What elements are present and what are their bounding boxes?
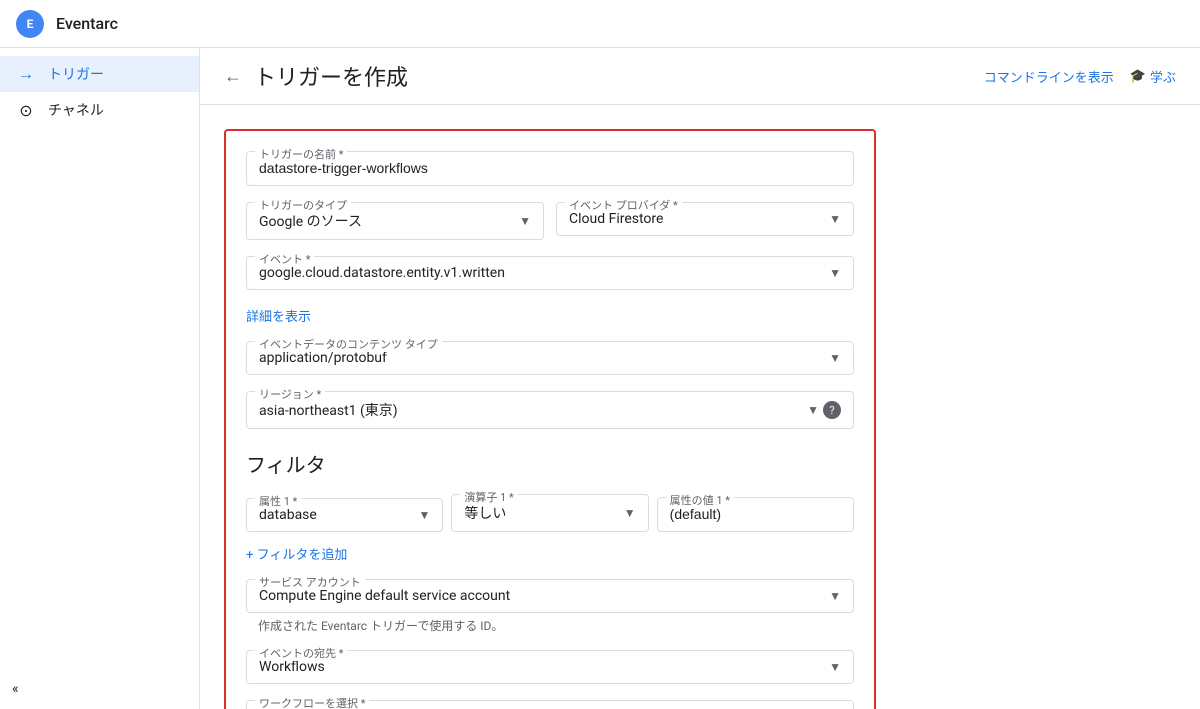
service-account-value: Compute Engine default service account <box>259 588 829 604</box>
sidebar-item-channels[interactable]: ⊙ チャネル <box>0 92 199 128</box>
back-button[interactable]: ← <box>224 66 242 87</box>
content-type-field: イベントデータのコンテンツ タイプ application/protobuf ▼ <box>246 341 854 375</box>
form-container: トリガーの名前 * トリガーのタイプ Google のソース ▼ <box>200 105 900 709</box>
topbar: E Eventarc <box>0 0 1200 48</box>
add-filter-button[interactable]: + フィルタを追加 <box>246 544 854 563</box>
event-destination-value: Workflows <box>259 659 829 675</box>
attr-value1-input[interactable] <box>670 506 841 522</box>
event-label: イベント * <box>255 251 314 267</box>
service-account-label: サービス アカウント <box>255 574 365 590</box>
filter-section-title: フィルタ <box>246 449 854 478</box>
event-select[interactable]: イベント * google.cloud.datastore.entity.v1.… <box>246 256 854 290</box>
operator1-value: 等しい <box>464 503 623 523</box>
app-name: Eventarc <box>56 14 118 33</box>
main-content: ← トリガーを作成 コマンドラインを表示 🎓 学ぶ トリガーの名前 * <box>200 48 1200 709</box>
event-provider-label: イベント プロバイダ * <box>565 197 682 213</box>
operator1-arrow: ▼ <box>624 506 636 520</box>
operator1-select[interactable]: 演算子 1 * 等しい ▼ <box>451 494 648 532</box>
attribute1-select[interactable]: 属性 1 * database ▼ <box>246 498 443 532</box>
sidebar: → トリガー ⊙ チャネル « <box>0 48 200 709</box>
content-type-value: application/protobuf <box>259 350 829 366</box>
content-type-arrow: ▼ <box>829 351 841 365</box>
sidebar-item-channels-label: チャネル <box>48 100 104 120</box>
attr-value1-label: 属性の値 1 * <box>666 492 734 508</box>
trigger-type-label: トリガーのタイプ <box>255 197 351 213</box>
page-title: トリガーを作成 <box>254 60 408 92</box>
region-help-icon[interactable]: ? <box>823 401 841 419</box>
attr-value1-wrapper: 属性の値 1 * <box>657 497 854 532</box>
event-destination-arrow: ▼ <box>829 660 841 674</box>
service-account-field: サービス アカウント Compute Engine default servic… <box>246 579 854 634</box>
event-destination-select[interactable]: イベントの宛先 * Workflows ▼ <box>246 650 854 684</box>
service-account-arrow: ▼ <box>829 589 841 603</box>
workflow-select-field: ワークフローを選択 * workflow-datastore ▼ <box>246 700 854 709</box>
channels-icon: ⊙ <box>16 101 36 120</box>
service-account-select[interactable]: サービス アカウント Compute Engine default servic… <box>246 579 854 613</box>
trigger-name-input[interactable] <box>259 160 841 176</box>
region-select[interactable]: リージョン * asia-northeast1 (東京) ▼ ? <box>246 391 854 429</box>
page-header-left: ← トリガーを作成 <box>224 60 408 92</box>
trigger-name-label: トリガーの名前 * <box>255 146 347 162</box>
event-provider-value: Cloud Firestore <box>569 211 829 227</box>
trigger-name-field: トリガーの名前 * <box>246 151 854 186</box>
sidebar-item-triggers[interactable]: → トリガー <box>0 56 199 92</box>
page-header: ← トリガーを作成 コマンドラインを表示 🎓 学ぶ <box>200 48 1200 105</box>
region-arrow: ▼ <box>807 403 819 417</box>
workflow-select[interactable]: ワークフローを選択 * workflow-datastore ▼ <box>246 700 854 709</box>
region-value: asia-northeast1 (東京) <box>259 400 807 420</box>
content-type-select[interactable]: イベントデータのコンテンツ タイプ application/protobuf ▼ <box>246 341 854 375</box>
trigger-name-wrapper: トリガーの名前 * <box>246 151 854 186</box>
event-arrow: ▼ <box>829 266 841 280</box>
form-outline: トリガーの名前 * トリガーのタイプ Google のソース ▼ <box>224 129 876 709</box>
trigger-type-select[interactable]: トリガーのタイプ Google のソース ▼ <box>246 202 544 240</box>
details-link[interactable]: 詳細を表示 <box>246 306 311 325</box>
triggers-icon: → <box>16 64 36 84</box>
event-provider-field: イベント プロバイダ * Cloud Firestore ▼ <box>556 202 854 240</box>
event-destination-label: イベントの宛先 * <box>255 645 347 661</box>
trigger-type-value: Google のソース <box>259 211 519 231</box>
content-type-label: イベントデータのコンテンツ タイプ <box>255 336 442 352</box>
learn-button[interactable]: 🎓 学ぶ <box>1130 67 1176 86</box>
trigger-type-arrow: ▼ <box>519 214 531 228</box>
region-field: リージョン * asia-northeast1 (東京) ▼ ? <box>246 391 854 429</box>
service-account-helper: 作成された Eventarc トリガーで使用する ID。 <box>246 617 854 634</box>
filter-row: 属性 1 * database ▼ 演算子 1 * 等しい ▼ <box>246 494 854 532</box>
event-field: イベント * google.cloud.datastore.entity.v1.… <box>246 256 854 290</box>
cmd-link[interactable]: コマンドラインを表示 <box>984 67 1114 86</box>
region-label: リージョン * <box>255 386 325 402</box>
event-value: google.cloud.datastore.entity.v1.written <box>259 265 829 281</box>
page-header-right: コマンドラインを表示 🎓 学ぶ <box>984 67 1176 86</box>
workflow-select-label: ワークフローを選択 * <box>255 695 369 709</box>
type-provider-row: トリガーのタイプ Google のソース ▼ イベント プロバイダ * Clou… <box>246 202 854 240</box>
operator1-label: 演算子 1 * <box>460 489 517 505</box>
trigger-type-field: トリガーのタイプ Google のソース ▼ <box>246 202 544 240</box>
sidebar-item-triggers-label: トリガー <box>48 64 104 84</box>
app-logo: E <box>16 10 44 38</box>
operator1-field: 演算子 1 * 等しい ▼ <box>451 494 648 532</box>
event-destination-field: イベントの宛先 * Workflows ▼ <box>246 650 854 684</box>
attribute1-field: 属性 1 * database ▼ <box>246 498 443 532</box>
attribute1-arrow: ▼ <box>418 508 430 522</box>
attribute1-value: database <box>259 507 418 523</box>
attribute1-label: 属性 1 * <box>255 493 301 509</box>
event-provider-arrow: ▼ <box>829 212 841 226</box>
attr-value1-field: 属性の値 1 * <box>657 497 854 532</box>
learn-icon: 🎓 <box>1130 69 1146 84</box>
sidebar-collapse-button[interactable]: « <box>12 681 19 697</box>
event-provider-select[interactable]: イベント プロバイダ * Cloud Firestore ▼ <box>556 202 854 236</box>
